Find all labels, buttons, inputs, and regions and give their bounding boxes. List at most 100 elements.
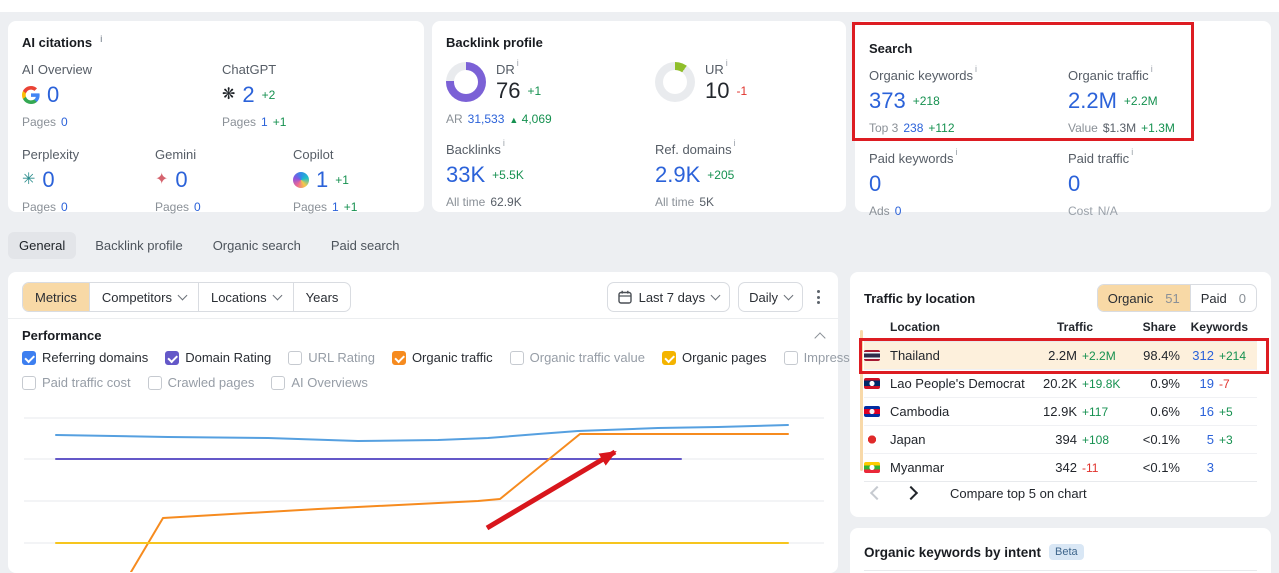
competitors-dropdown[interactable]: Competitors (90, 283, 199, 311)
pages-value[interactable]: 1 (261, 115, 268, 129)
metric-crawled-pages[interactable]: Crawled pages (147, 375, 254, 390)
metric-organic-pages[interactable]: Organic pages (662, 350, 767, 365)
chevron-right-icon (903, 485, 919, 501)
col-share[interactable]: Share (1126, 320, 1176, 334)
organic-traffic-metric: Organic traffic i 2.2M +2.2M Value $1.3M +1… (1068, 64, 1257, 135)
info-icon[interactable]: i (975, 64, 977, 74)
metric-ai-overviews[interactable]: AI Overviews (271, 375, 368, 390)
chatgpt-delta: +2 (261, 88, 276, 102)
intent-card: Organic keywords by intent Beta (850, 528, 1271, 573)
checkbox[interactable] (22, 350, 36, 365)
checkbox[interactable] (271, 375, 286, 390)
info-icon[interactable]: i (726, 58, 728, 68)
calendar-icon (617, 290, 632, 304)
checkbox[interactable] (391, 350, 406, 365)
location-row-laos[interactable]: Lao People's Democratic Reput 20.2K +19.… (864, 370, 1257, 398)
backlinks-value[interactable]: 33K (446, 162, 485, 188)
gemini-label: Gemini (155, 147, 197, 162)
info-icon[interactable]: i (100, 34, 103, 44)
tab-general[interactable]: General (8, 232, 77, 259)
ref-domains-delta: +205 (707, 168, 735, 182)
date-range-dropdown[interactable]: Last 7 days (606, 282, 731, 312)
info-icon[interactable]: i (503, 138, 505, 148)
checkbox[interactable] (509, 350, 524, 365)
pages-label: Pages (155, 200, 190, 214)
collapse-chevron-icon[interactable] (814, 331, 826, 344)
backlink-profile-title: Backlink profile (446, 35, 543, 50)
checkbox[interactable] (147, 375, 162, 390)
location-row-myanmar[interactable]: Myanmar 342 -11 <0.1% 3 (864, 454, 1257, 482)
organic-segment[interactable]: Organic 51 (1097, 285, 1191, 311)
info-icon[interactable]: i (734, 138, 736, 148)
years-button[interactable]: Years (294, 283, 351, 311)
ads-value[interactable]: 0 (895, 204, 902, 218)
paid-keywords-value[interactable]: 0 (869, 171, 881, 197)
performance-chart[interactable] (18, 394, 828, 573)
col-traffic[interactable]: Traffic (1021, 320, 1093, 334)
organic-keywords-value[interactable]: 373 (869, 88, 906, 114)
metric-referring-domains[interactable]: Referring domains (22, 350, 148, 365)
ur-donut-chart (655, 62, 695, 102)
paid-count: 0 (1238, 290, 1246, 306)
pages-value[interactable]: 1 (332, 200, 339, 214)
paid-segment[interactable]: Paid 0 (1191, 285, 1256, 311)
ur-label: UR (705, 62, 724, 77)
organic-traffic-value[interactable]: 2.2M (1068, 88, 1117, 114)
info-icon[interactable]: i (1151, 64, 1153, 74)
top3-delta: +112 (928, 121, 955, 135)
metric-checkbox-list: Referring domains Domain Rating URL Rati… (22, 350, 972, 400)
compare-top5-link[interactable]: Compare top 5 on chart (950, 486, 1087, 501)
chevron-down-icon (177, 290, 188, 301)
info-icon[interactable]: i (517, 58, 519, 68)
checkbox[interactable] (22, 375, 36, 390)
checkbox[interactable] (288, 350, 303, 365)
traffic-by-location-title: Traffic by location (864, 290, 976, 306)
pages-value[interactable]: 0 (61, 115, 68, 129)
ai-citations-title: AI citations i (8, 21, 424, 51)
col-keywords[interactable]: Keywords (1176, 320, 1248, 334)
tab-backlink-profile[interactable]: Backlink profile (84, 232, 193, 259)
prev-page-button[interactable] (864, 480, 890, 506)
granularity-dropdown[interactable]: Daily (738, 282, 803, 312)
metric-domain-rating[interactable]: Domain Rating (165, 350, 271, 365)
next-page-button[interactable] (898, 480, 924, 506)
ur-metric: UR i 10 -1 (655, 58, 832, 126)
col-location[interactable]: Location (890, 320, 1021, 334)
top-bar (0, 0, 1279, 12)
checkbox[interactable] (165, 350, 180, 365)
paid-keywords-label: Paid keywords (869, 151, 954, 166)
locations-dropdown[interactable]: Locations (199, 283, 294, 311)
ads-label: Ads (869, 204, 890, 218)
paid-keywords-metric: Paid keywords i 0 Ads 0 (869, 147, 1068, 218)
cost-value: N/A (1097, 204, 1118, 218)
ref-domains-value[interactable]: 2.9K (655, 162, 700, 188)
tab-paid-search[interactable]: Paid search (320, 232, 411, 259)
metric-paid-traffic-cost[interactable]: Paid traffic cost (22, 375, 131, 390)
tab-organic-search[interactable]: Organic search (202, 232, 312, 259)
location-row-thailand[interactable]: Thailand 2.2M +2.2M 98.4% 312 +214 (864, 342, 1257, 370)
ai-overview-label: AI Overview (22, 62, 93, 77)
metric-url-rating[interactable]: URL Rating (288, 350, 375, 365)
pages-value[interactable]: 0 (194, 200, 201, 214)
organic-paid-toggle: Organic 51 Paid 0 (1096, 284, 1257, 312)
kebab-menu-icon[interactable] (811, 282, 826, 312)
location-row-cambodia[interactable]: Cambodia 12.9K +117 0.6% 16 +5 (864, 398, 1257, 426)
top3-value[interactable]: 238 (903, 121, 923, 135)
checkbox[interactable] (783, 350, 798, 365)
paid-traffic-value[interactable]: 0 (1068, 171, 1080, 197)
organic-traffic-delta: +2.2M (1123, 94, 1158, 108)
info-icon[interactable]: i (1131, 147, 1133, 157)
pages-value[interactable]: 0 (61, 200, 68, 214)
checkbox[interactable] (662, 350, 676, 365)
metric-organic-traffic[interactable]: Organic traffic (391, 350, 493, 365)
info-icon[interactable]: i (956, 147, 958, 157)
backlinks-delta: +5.5K (492, 168, 524, 182)
chevron-down-icon (710, 290, 721, 301)
location-row-japan[interactable]: Japan 394 +108 <0.1% 5 +3 (864, 426, 1257, 454)
metrics-button[interactable]: Metrics (23, 283, 90, 311)
ar-value[interactable]: 31,533 (468, 112, 505, 126)
myanmar-flag-icon (864, 462, 880, 473)
pages-delta: +1 (343, 200, 358, 214)
metric-organic-traffic-value[interactable]: Organic traffic value (509, 350, 645, 365)
paid-traffic-metric: Paid traffic i 0 Cost N/A (1068, 147, 1257, 218)
